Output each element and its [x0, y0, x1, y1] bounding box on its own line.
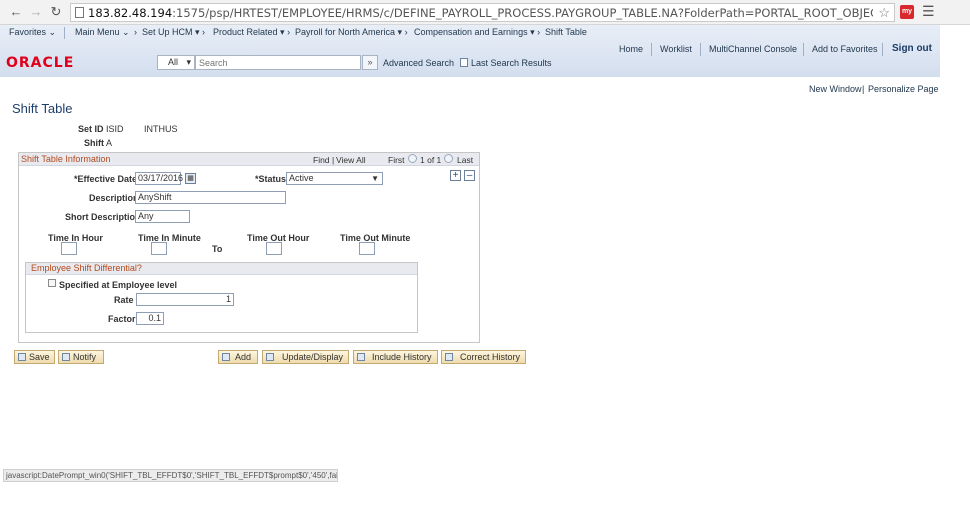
differential-header: Employee Shift Differential? — [26, 263, 417, 275]
calendar-icon[interactable]: ▦ — [185, 173, 196, 184]
last-search-results-link[interactable]: Last Search Results — [471, 58, 552, 68]
ps-header: Favorites ⌄ Main Menu ⌄ › Set Up HCM ▾ ›… — [0, 25, 940, 77]
time-out-minute-label: Time Out Minute — [340, 233, 411, 243]
browser-status-bar: javascript:DatePrompt_win0('SHIFT_TBL_EF… — [3, 469, 338, 482]
setid-value: ISID — [106, 124, 124, 134]
link-divider — [700, 43, 701, 56]
crumb-shift-table[interactable]: Shift Table — [545, 27, 587, 37]
notify-icon — [62, 353, 70, 361]
breadcrumb: Favorites ⌄ Main Menu ⌄ › Set Up HCM ▾ ›… — [0, 25, 940, 41]
correct-history-button[interactable]: Correct History — [441, 350, 526, 364]
specified-at-employee-checkbox[interactable] — [48, 279, 56, 287]
save-icon — [18, 353, 26, 361]
status-select[interactable]: Active ▼ — [286, 172, 383, 185]
rate-label: Rate — [114, 295, 134, 305]
browser-menu-icon[interactable]: ☰ — [922, 3, 935, 20]
description-field[interactable]: AnyShift — [135, 191, 286, 204]
page-title: Shift Table — [12, 101, 73, 116]
row-range: 1 of 1 — [420, 155, 442, 165]
setid-label: Set ID — [78, 124, 104, 134]
dropdown-arrow-icon: ▾ — [186, 57, 191, 67]
factor-label: Factor — [108, 314, 136, 324]
main-menu[interactable]: Main Menu ⌄ — [75, 27, 130, 38]
correct-history-icon — [445, 353, 453, 361]
time-in-minute-field[interactable] — [151, 242, 167, 255]
url-host: 183.82.48.194 — [88, 6, 173, 20]
crumb-set-up-hcm[interactable]: Set Up HCM ▾ › — [142, 27, 205, 38]
save-button[interactable]: Save — [14, 350, 55, 364]
group-title: Shift Table Information — [21, 154, 111, 164]
effective-date-field[interactable]: 03/17/2016 — [135, 172, 183, 185]
extension-icon[interactable]: my — [900, 5, 914, 19]
add-button[interactable]: Add — [218, 350, 258, 364]
add-row-icon[interactable]: + — [450, 170, 461, 181]
include-history-button[interactable]: Include History — [353, 350, 438, 364]
update-display-icon — [266, 353, 274, 361]
time-in-minute-label: Time In Minute — [138, 233, 201, 243]
time-out-hour-field[interactable] — [266, 242, 282, 255]
nav-divider: | — [332, 155, 335, 165]
next-icon[interactable] — [444, 154, 453, 163]
add-icon — [222, 353, 230, 361]
to-label: To — [212, 244, 223, 254]
new-window-link[interactable]: New Window — [809, 84, 862, 94]
rate-field[interactable]: 1 — [136, 293, 234, 306]
reload-icon[interactable]: ↻ — [48, 4, 64, 20]
status-label: *Status — [255, 174, 287, 184]
page-icon — [75, 7, 84, 18]
shift-differential-group: Employee Shift Differential? Specified a… — [25, 262, 418, 333]
link-divider — [882, 43, 883, 56]
link-divider — [651, 43, 652, 56]
home-link[interactable]: Home — [619, 44, 643, 54]
browser-toolbar: ← → ↻ 183.82.48.194:1575/psp/HRTEST/EMPL… — [0, 0, 970, 25]
crumb-separator: › — [134, 27, 137, 37]
differential-title: Employee Shift Differential? — [31, 263, 142, 273]
shift-value: A — [106, 138, 113, 148]
add-to-favorites-link[interactable]: Add to Favorites — [812, 44, 878, 54]
include-history-icon — [357, 353, 365, 361]
advanced-search-link[interactable]: Advanced Search — [383, 58, 454, 68]
crumb-payroll-north-america[interactable]: Payroll for North America ▾ › — [295, 27, 408, 38]
bookmark-star-icon[interactable]: ☆ — [878, 5, 890, 21]
time-out-minute-field[interactable] — [359, 242, 375, 255]
search-scope-select[interactable]: All ▾ — [157, 55, 195, 70]
effective-date-label: *Effective Date — [74, 174, 138, 184]
short-description-field[interactable]: Any — [135, 210, 190, 223]
link-divider: | — [862, 84, 865, 94]
view-all-link[interactable]: View All — [336, 155, 366, 165]
time-in-hour-field[interactable] — [61, 242, 77, 255]
group-header: Shift Table Information Find | View All … — [19, 153, 479, 166]
address-bar[interactable]: 183.82.48.194:1575/psp/HRTEST/EMPLOYEE/H… — [70, 3, 895, 22]
forward-arrow-icon[interactable]: → — [28, 4, 44, 20]
factor-field[interactable]: 0.1 — [136, 312, 164, 325]
personalize-page-link[interactable]: Personalize Page — [868, 84, 939, 94]
update-display-button[interactable]: Update/Display — [262, 350, 349, 364]
specified-at-employee-label: Specified at Employee level — [59, 280, 178, 290]
nav-divider — [64, 27, 65, 39]
crumb-product-related[interactable]: Product Related ▾ › — [213, 27, 290, 38]
first-link[interactable]: First — [388, 155, 405, 165]
link-divider — [803, 43, 804, 56]
find-link[interactable]: Find — [313, 155, 330, 165]
notify-button[interactable]: Notify — [58, 350, 104, 364]
search-input[interactable] — [195, 55, 361, 70]
worklist-link[interactable]: Worklist — [660, 44, 692, 54]
search-go-icon[interactable]: » — [362, 55, 378, 70]
dropdown-arrow-icon: ▼ — [371, 174, 379, 183]
delete-row-icon[interactable]: – — [464, 170, 475, 181]
short-description-label: Short Description — [65, 212, 141, 222]
description-label: Description — [89, 193, 139, 203]
url-path: :1575/psp/HRTEST/EMPLOYEE/HRMS/c/DEFINE_… — [172, 6, 873, 20]
oracle-logo: ORACLE — [6, 55, 75, 71]
shift-label: Shift — [84, 138, 104, 148]
multichannel-console-link[interactable]: MultiChannel Console — [709, 44, 797, 54]
back-arrow-icon[interactable]: ← — [8, 4, 24, 20]
setid-description: INTHUS — [144, 124, 178, 134]
last-search-icon — [460, 58, 468, 67]
last-link[interactable]: Last — [457, 155, 473, 165]
crumb-compensation-earnings[interactable]: Compensation and Earnings ▾ › — [414, 27, 540, 38]
sign-out-link[interactable]: Sign out — [892, 43, 932, 54]
previous-icon[interactable] — [408, 154, 417, 163]
favorites-menu[interactable]: Favorites ⌄ — [9, 27, 56, 38]
